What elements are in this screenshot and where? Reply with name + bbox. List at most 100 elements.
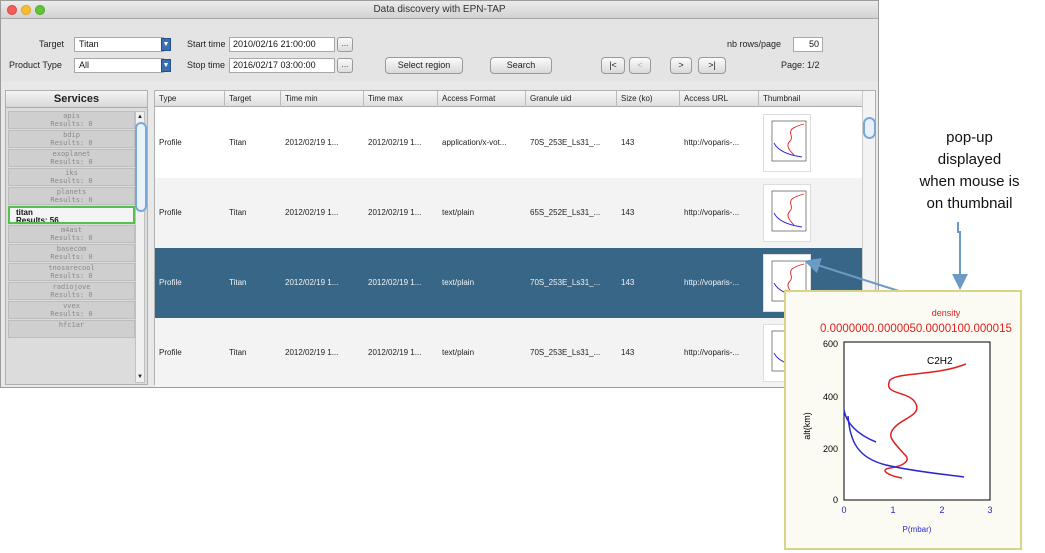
table-cell: 143 — [621, 278, 635, 287]
y-tick: 600 — [823, 339, 838, 349]
column-header[interactable]: Access Format — [438, 91, 526, 107]
table-cell: 2012/02/19 1... — [285, 348, 339, 357]
stage: Data discovery with EPN-TAP Target Titan… — [0, 0, 1045, 553]
annotation-text: pop-up displayed when mouse is on thumbn… — [897, 127, 1042, 215]
service-results-count: Results: 0 — [50, 138, 93, 147]
service-name: exoplanet — [52, 150, 91, 158]
services-title: Services — [6, 91, 147, 108]
column-header[interactable]: Time min — [281, 91, 364, 107]
next-page-button[interactable]: > — [670, 57, 692, 74]
stop-time-picker-button[interactable]: ... — [337, 58, 353, 73]
annotation-line: when mouse is — [919, 173, 1020, 190]
column-header[interactable]: Type — [155, 91, 225, 107]
table-cell: text/plain — [442, 348, 475, 357]
service-item[interactable]: apis Results: 0 — [8, 111, 135, 129]
service-item[interactable]: bdip Results: 0 — [8, 130, 135, 148]
page-indicator: Page: 1/2 — [781, 60, 820, 70]
annotation-line: displayed — [937, 151, 1002, 168]
window-title: Data discovery with EPN-TAP — [373, 4, 506, 15]
start-time-field[interactable]: 2010/02/16 21:00:00 — [229, 37, 335, 52]
column-header[interactable]: Time max — [364, 91, 438, 107]
service-results-count: Results: 0 — [50, 176, 93, 185]
last-page-button[interactable]: >| — [698, 57, 726, 74]
column-header[interactable]: Access URL — [680, 91, 759, 107]
service-item[interactable]: exoplanet Results: 0 — [8, 149, 135, 167]
table-cell: Profile — [159, 348, 182, 357]
service-results-count: Results: 56 — [16, 216, 59, 224]
table-cell: http://voparis-... — [684, 348, 740, 357]
service-name: hfc1ar — [58, 321, 85, 329]
table-row[interactable]: Profile Titan 2012/02/19 1... 2012/02/19 1.… — [155, 248, 863, 318]
annotation-line: on thumbnail — [926, 195, 1013, 212]
service-name: tnosarecool — [48, 264, 95, 272]
table-cell: 70S_253E_Ls31_... — [530, 138, 601, 147]
service-name: radiojove — [52, 283, 91, 291]
search-toolbar: Target Titan ▼ Product Type All ▼ Start … — [1, 19, 878, 81]
table-row[interactable]: Profile Titan 2012/02/19 1... 2012/02/19 1.… — [155, 108, 863, 178]
stop-time-field[interactable]: 2016/02/17 03:00:00 — [229, 58, 335, 73]
table-cell: Profile — [159, 208, 182, 217]
service-item[interactable]: m4ast Results: 0 — [8, 225, 135, 243]
annotation-line: pop-up — [946, 129, 993, 146]
table-row[interactable]: Profile Titan 2012/02/19 1... 2012/02/19 1.… — [155, 178, 863, 248]
scroll-down-arrow-icon[interactable]: ▼ — [136, 374, 144, 380]
annotation-arrow — [952, 222, 968, 290]
service-name: apis — [63, 112, 80, 120]
search-button[interactable]: Search — [490, 57, 552, 74]
table-cell: http://voparis-... — [684, 278, 740, 287]
services-scrollbar[interactable]: ▲ ▼ — [135, 111, 147, 383]
table-cell: 2012/02/19 1... — [368, 138, 422, 147]
app-window: Data discovery with EPN-TAP Target Titan… — [0, 0, 879, 388]
services-scroll-thumb[interactable] — [135, 122, 147, 212]
service-item[interactable]: hfc1ar — [8, 320, 135, 338]
first-page-button[interactable]: |< — [601, 57, 625, 74]
target-select[interactable]: Titan — [74, 37, 164, 52]
previous-page-button[interactable]: < — [629, 57, 651, 74]
table-cell: Titan — [229, 138, 247, 147]
title-bar: Data discovery with EPN-TAP — [1, 1, 878, 19]
service-name: bdip — [63, 131, 80, 139]
column-header[interactable]: Target — [225, 91, 281, 107]
target-dropdown-arrow-icon[interactable]: ▼ — [161, 38, 171, 51]
start-time-picker-button[interactable]: ... — [337, 37, 353, 52]
service-item[interactable]: vvex Results: 0 — [8, 301, 135, 319]
table-cell: 2012/02/19 1... — [285, 208, 339, 217]
table-cell: http://voparis-... — [684, 208, 740, 217]
scroll-up-arrow-icon[interactable]: ▲ — [136, 114, 144, 120]
service-results-count: Results: 0 — [50, 252, 93, 261]
x-tick: 0 — [841, 505, 846, 515]
table-cell: Titan — [229, 208, 247, 217]
target-label: Target — [39, 39, 65, 49]
thumbnail-image[interactable] — [763, 184, 811, 242]
plot-title: density — [932, 308, 961, 318]
service-results-count: Results: 0 — [50, 271, 93, 280]
service-item[interactable]: tnosarecool Results: 0 — [8, 263, 135, 281]
product-type-dropdown-arrow-icon[interactable]: ▼ — [161, 59, 171, 72]
column-header[interactable]: Size (ko) — [617, 91, 680, 107]
service-results-count: Results: 0 — [50, 157, 93, 166]
table-cell: http://voparis-... — [684, 138, 740, 147]
service-item[interactable]: titan Results: 56 — [8, 206, 135, 224]
table-cell: 2012/02/19 1... — [285, 138, 339, 147]
service-item[interactable]: basecom Results: 0 — [8, 244, 135, 262]
table-row[interactable]: Profile Titan 2012/02/19 1... 2012/02/19 1.… — [155, 318, 863, 387]
service-item[interactable]: iks Results: 0 — [8, 168, 135, 186]
service-results-count: Results: 0 — [50, 290, 93, 299]
rows-per-page-field[interactable]: 50 — [793, 37, 823, 52]
thumbnail-image[interactable] — [763, 114, 811, 172]
series-label: C2H2 — [927, 356, 953, 367]
service-item[interactable]: planets Results: 0 — [8, 187, 135, 205]
table-cell: 2012/02/19 1... — [368, 278, 422, 287]
table-scroll-thumb[interactable] — [863, 117, 876, 139]
column-header[interactable]: Granule uid — [526, 91, 617, 107]
select-region-button[interactable]: Select region — [385, 57, 463, 74]
product-type-select[interactable]: All — [74, 58, 164, 73]
table-cell: 70S_253E_Ls31_... — [530, 278, 601, 287]
service-name: iks — [65, 169, 78, 177]
table-cell: 143 — [621, 208, 635, 217]
service-item[interactable]: radiojove Results: 0 — [8, 282, 135, 300]
y-tick: 400 — [823, 392, 838, 402]
x-axis-label: P(mbar) — [903, 525, 932, 534]
table-cell: Profile — [159, 138, 182, 147]
column-header[interactable]: Thumbnail — [759, 91, 863, 107]
